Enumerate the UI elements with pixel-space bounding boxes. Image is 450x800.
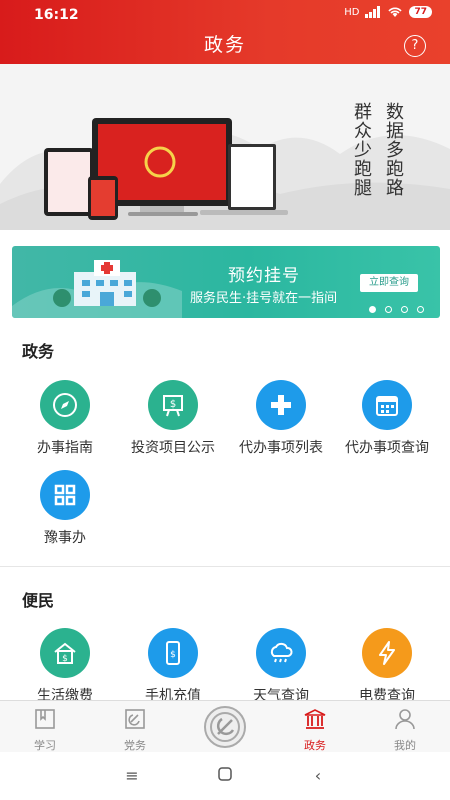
- life-item-weather[interactable]: 天气查询: [225, 628, 337, 705]
- gov-item-investment[interactable]: $ 投资项目公示: [117, 380, 229, 457]
- phone-recharge-icon: $: [148, 628, 198, 678]
- life-item-recharge[interactable]: $ 手机充值: [117, 628, 229, 705]
- grid-label: 代办事项列表: [239, 440, 323, 456]
- user-icon: [395, 709, 415, 730]
- tab-study[interactable]: 学习: [0, 701, 90, 753]
- calendar-icon: [362, 380, 412, 430]
- presentation-board-icon: $: [148, 380, 198, 430]
- status-icons: HD 77: [344, 6, 432, 18]
- lightning-icon: [362, 628, 412, 678]
- status-time: 16:12: [34, 7, 79, 23]
- carousel-dot[interactable]: [417, 306, 424, 313]
- tab-label: 我的: [394, 739, 416, 752]
- battery-indicator: 77: [409, 6, 432, 18]
- compass-icon: [40, 380, 90, 430]
- tab-party-affairs[interactable]: 党务: [90, 701, 180, 753]
- gov-item-todo-list[interactable]: 代办事项列表: [225, 380, 337, 457]
- tab-center-emblem[interactable]: [180, 701, 270, 753]
- signal-icon: [365, 6, 381, 18]
- svg-text:$: $: [62, 654, 68, 664]
- svg-text:$: $: [170, 650, 176, 660]
- status-bar: 16:12 HD 77: [0, 0, 450, 28]
- banner-subtitle: 服务民生·挂号就在一指间: [190, 291, 338, 306]
- promo-banner[interactable]: 预约挂号 服务民生·挂号就在一指间 立即查询: [12, 246, 440, 318]
- grid-label: 豫事办: [44, 530, 86, 546]
- section-divider: [0, 566, 450, 567]
- life-item-electricity[interactable]: 电费查询: [331, 628, 443, 705]
- page-title: 政务: [203, 34, 246, 56]
- government-building-icon: [304, 709, 326, 729]
- bottom-tab-bar: 学习 党务 政务 我的: [0, 700, 450, 753]
- banner-title: 预约挂号: [228, 266, 300, 286]
- menu-icon[interactable]: ≡: [120, 766, 144, 786]
- house-payment-icon: $: [40, 628, 90, 678]
- hero-banner[interactable]: 群众少跑腿 数据多跑路: [0, 64, 450, 230]
- weather-cloud-icon: [256, 628, 306, 678]
- tab-label: 党务: [124, 739, 146, 752]
- tab-label: 学习: [34, 739, 56, 752]
- carousel-dot[interactable]: [369, 306, 376, 313]
- banner-query-button[interactable]: 立即查询: [360, 274, 418, 292]
- grid-label: 办事指南: [37, 440, 93, 456]
- back-icon[interactable]: ‹: [306, 766, 330, 786]
- network-type: HD: [344, 6, 360, 18]
- system-nav-bar: ≡ ‹: [0, 752, 450, 800]
- carousel-dots: [12, 306, 440, 313]
- life-item-utility[interactable]: $ 生活缴费: [9, 628, 121, 705]
- wifi-icon: [388, 7, 403, 17]
- home-icon[interactable]: [213, 766, 237, 786]
- hero-slogan-line: 群众少跑腿: [351, 102, 372, 197]
- book-icon: [35, 709, 55, 729]
- carousel-dot[interactable]: [385, 306, 392, 313]
- gov-item-guide[interactable]: 办事指南: [9, 380, 121, 457]
- yushiban-logo-icon: [40, 470, 90, 520]
- party-emblem-icon: [204, 706, 246, 748]
- hero-slogan: 群众少跑腿 数据多跑路: [348, 102, 406, 197]
- gov-item-yushiban[interactable]: 豫事办: [9, 470, 121, 547]
- app-header: 16:12 HD 77 政务 ?: [0, 0, 450, 64]
- svg-text:$: $: [170, 399, 176, 410]
- hero-slogan-line: 数据多跑路: [383, 102, 404, 197]
- section-title-gov: 政务: [22, 342, 55, 361]
- grid-label: 投资项目公示: [131, 440, 215, 456]
- section-title-life: 便民: [22, 591, 55, 610]
- plus-icon: [256, 380, 306, 430]
- help-button[interactable]: ?: [404, 35, 426, 57]
- gov-item-todo-query[interactable]: 代办事项查询: [331, 380, 443, 457]
- tab-mine[interactable]: 我的: [360, 701, 450, 753]
- tab-label: 政务: [304, 739, 326, 752]
- grid-label: 代办事项查询: [345, 440, 429, 456]
- tab-gov[interactable]: 政务: [270, 701, 360, 753]
- party-flag-icon: [125, 709, 145, 729]
- carousel-dot[interactable]: [401, 306, 408, 313]
